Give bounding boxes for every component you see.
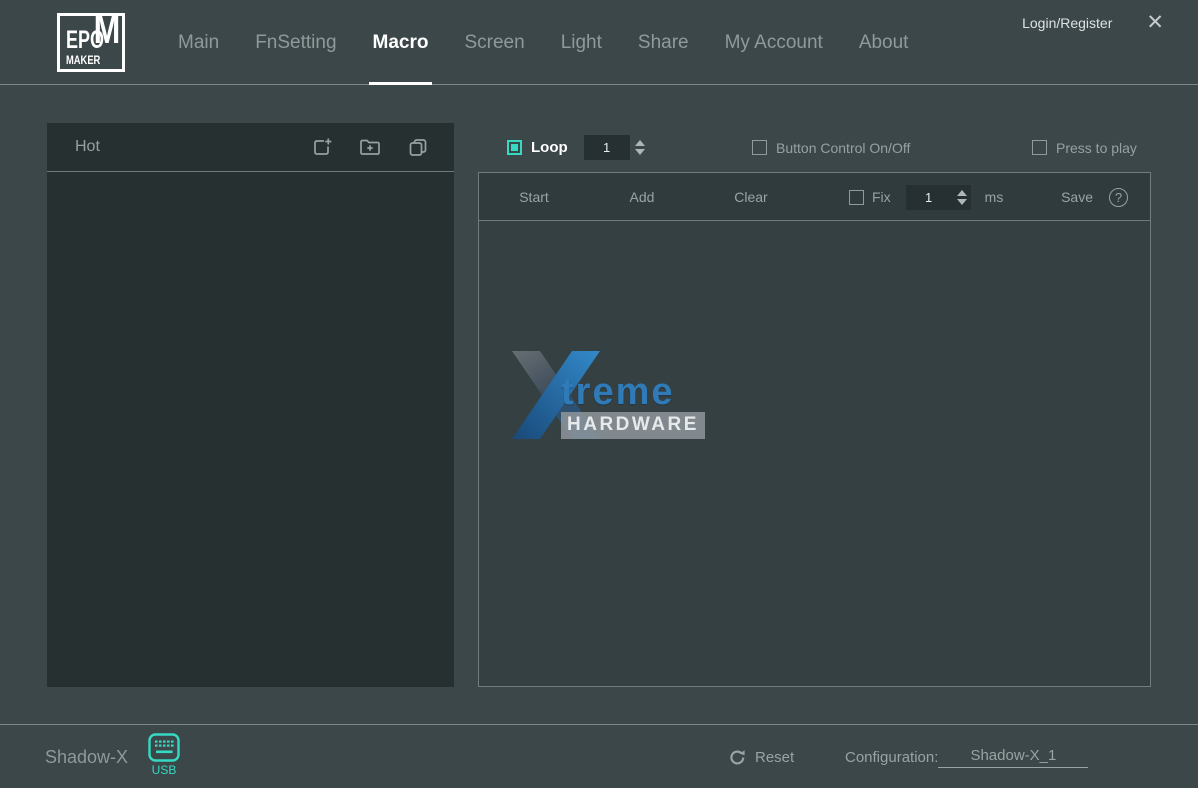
macro-list-title: Hot (75, 138, 100, 156)
device-name: Shadow-X (45, 725, 128, 788)
start-button[interactable]: Start (519, 173, 549, 221)
button-control-group: Button Control On/Off (752, 123, 910, 172)
macro-list-panel: Hot (47, 123, 454, 687)
tab-share[interactable]: Share (638, 0, 689, 85)
fix-delay-group: Fix ms (849, 173, 1003, 221)
reset-icon (729, 749, 746, 766)
tab-macro[interactable]: Macro (373, 0, 429, 85)
usb-connection-label: USB (152, 763, 177, 777)
reset-button[interactable]: Reset (729, 725, 794, 788)
macro-steps-area[interactable] (479, 221, 1150, 686)
button-control-checkbox[interactable] (752, 140, 767, 155)
copy-macro-icon[interactable] (408, 137, 428, 157)
add-macro-icon[interactable] (312, 137, 332, 157)
tab-my-account[interactable]: My Account (725, 0, 823, 85)
loop-spin-down-icon[interactable] (635, 149, 645, 155)
clear-button[interactable]: Clear (734, 173, 767, 221)
epomaker-logo: EPO MAKER M (57, 13, 125, 72)
save-group: Save ? (1061, 173, 1128, 221)
fix-spin-down-icon[interactable] (957, 199, 967, 205)
loop-label: Loop (531, 139, 568, 156)
top-bar: EPO MAKER M Main FnSetting Macro Screen … (0, 0, 1198, 85)
login-register-link[interactable]: Login/Register (1022, 15, 1112, 31)
loop-spin-up-icon[interactable] (635, 140, 645, 146)
macro-list-actions (312, 137, 428, 157)
save-button[interactable]: Save (1061, 189, 1093, 205)
close-icon[interactable]: ✕ (1146, 12, 1164, 33)
configuration-label: Configuration: (845, 749, 938, 766)
macro-toolbar: Start Add Clear Fix ms (479, 173, 1150, 221)
tab-fnsetting[interactable]: FnSetting (255, 0, 336, 85)
macro-editor: Loop Button Control On/Off Press to play (478, 123, 1151, 687)
bottom-bar: Shadow-X USB Reset Configuration: (0, 724, 1198, 788)
tab-main[interactable]: Main (178, 0, 219, 85)
tab-light[interactable]: Light (561, 0, 602, 85)
fix-label: Fix (872, 189, 891, 205)
button-control-label: Button Control On/Off (776, 140, 910, 156)
loop-checkbox[interactable] (507, 140, 522, 155)
press-to-play-label: Press to play (1056, 140, 1137, 156)
help-icon[interactable]: ? (1109, 188, 1128, 207)
logo-line-maker: MAKER (66, 54, 107, 66)
add-folder-icon[interactable] (359, 137, 381, 157)
logo-letter-m: M (93, 10, 120, 50)
tab-screen[interactable]: Screen (464, 0, 524, 85)
macro-options-row: Loop Button Control On/Off Press to play (478, 123, 1151, 172)
macro-editor-panel: Start Add Clear Fix ms (478, 172, 1151, 687)
fix-spin-up-icon[interactable] (957, 190, 967, 196)
keyboard-icon (148, 733, 180, 762)
fix-delay-wrap (906, 185, 971, 210)
loop-group: Loop (507, 123, 647, 172)
fix-unit-label: ms (985, 189, 1004, 205)
fix-delay-input[interactable] (906, 185, 952, 210)
tab-about[interactable]: About (859, 0, 909, 85)
press-to-play-checkbox[interactable] (1032, 140, 1047, 155)
press-to-play-group: Press to play (1032, 123, 1137, 172)
top-right-controls: Login/Register ✕ (1022, 12, 1164, 33)
configuration-name-field[interactable] (938, 747, 1088, 768)
loop-count-wrap (584, 135, 647, 160)
add-button[interactable]: Add (630, 173, 655, 221)
fix-delay-spinner (952, 185, 971, 210)
reset-label: Reset (755, 749, 794, 766)
fix-checkbox[interactable] (849, 190, 864, 205)
loop-count-input[interactable] (584, 135, 630, 160)
macro-list-header: Hot (47, 123, 454, 172)
main-nav: Main FnSetting Macro Screen Light Share … (178, 0, 908, 85)
macro-list[interactable] (47, 172, 454, 686)
configuration-group: Configuration: (845, 725, 1088, 788)
epomaker-app-window: EPO MAKER M Main FnSetting Macro Screen … (0, 0, 1198, 788)
usb-device-button[interactable]: USB (148, 733, 180, 777)
loop-count-spinner (630, 135, 647, 160)
